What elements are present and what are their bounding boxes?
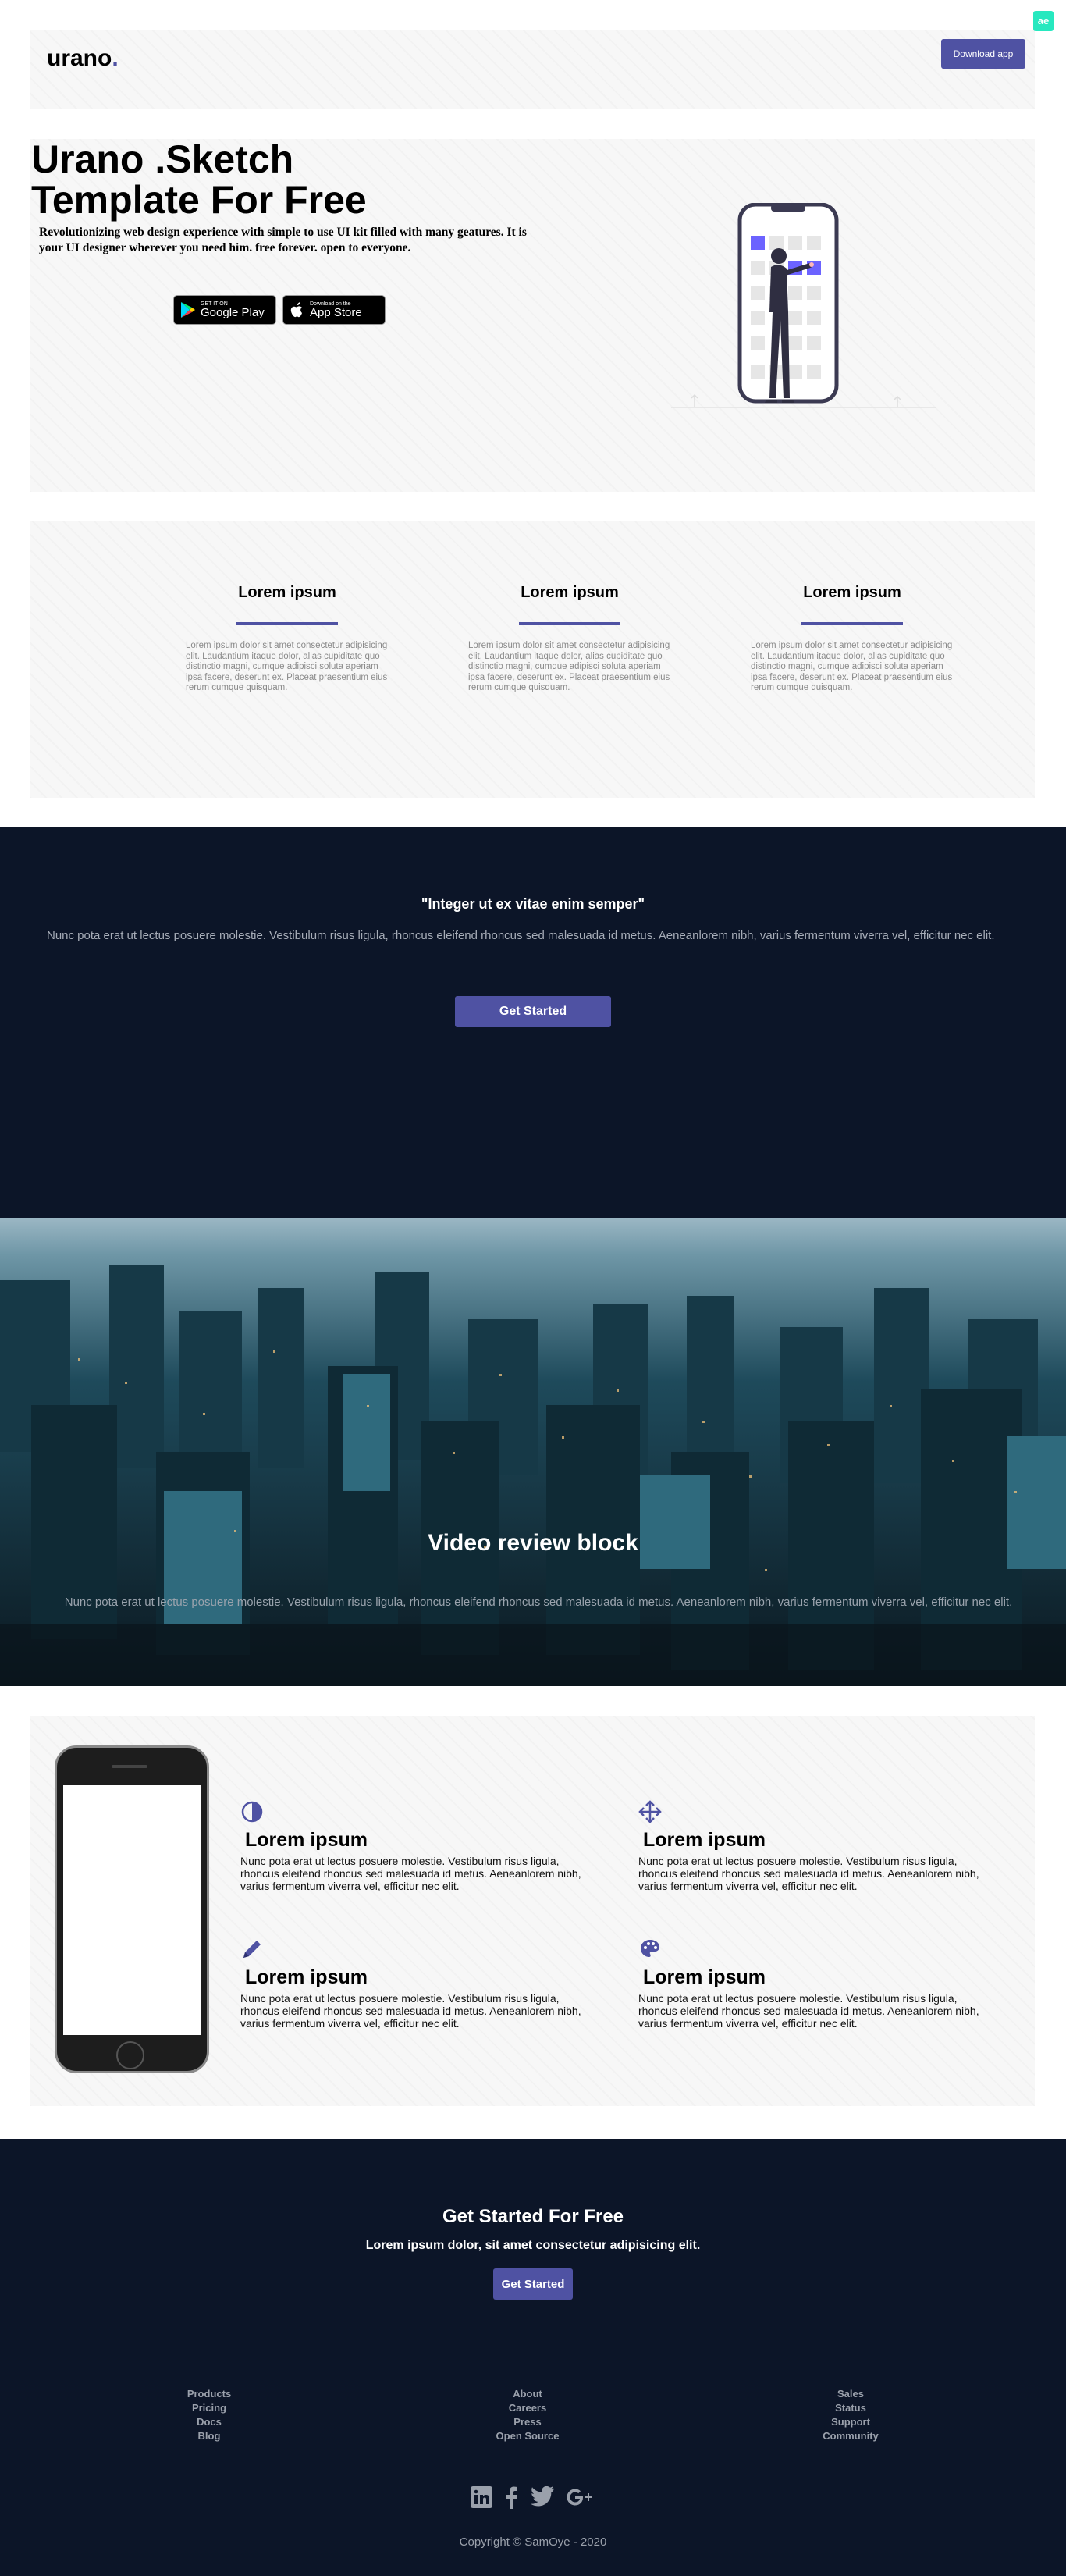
navbar: urano. Download app bbox=[30, 30, 1035, 109]
features-section: Lorem ipsum Lorem ipsum dolor sit amet c… bbox=[30, 521, 1035, 798]
hero-subtitle: Revolutionizing web design experience wi… bbox=[39, 226, 527, 254]
phone-feature-item: Lorem ipsum Nunc pota erat ut lectus pos… bbox=[240, 1937, 599, 2030]
google-play-icon bbox=[181, 302, 195, 318]
ae-badge[interactable]: ae bbox=[1033, 11, 1054, 31]
get-started-button[interactable]: Get Started bbox=[455, 996, 611, 1027]
pencil-icon bbox=[243, 1941, 261, 1958]
google-play-big: Google Play bbox=[201, 306, 265, 319]
phone-mockup bbox=[55, 1745, 209, 2073]
feature-underline bbox=[801, 622, 903, 625]
feature-text: Lorem ipsum dolor sit amet consectetur a… bbox=[751, 641, 953, 692]
phone-feature-item: Lorem ipsum Nunc pota erat ut lectus pos… bbox=[638, 1800, 997, 1892]
footer-link-community[interactable]: Community bbox=[788, 2429, 913, 2443]
footer-link-about[interactable]: About bbox=[465, 2387, 590, 2401]
footer-link-products[interactable]: Products bbox=[147, 2387, 272, 2401]
phone-features-section: Lorem ipsum Nunc pota erat ut lectus pos… bbox=[30, 1716, 1035, 2106]
phone-feature-title: Lorem ipsum bbox=[245, 1966, 368, 1988]
feature-title: Lorem ipsum bbox=[238, 584, 336, 601]
half-circle-icon bbox=[241, 1801, 263, 1823]
quote-section: "Integer ut ex vitae enim semper" Nunc p… bbox=[0, 827, 1066, 1218]
feature-card: Lorem ipsum Lorem ipsum dolor sit amet c… bbox=[751, 584, 954, 694]
phone-feature-title: Lorem ipsum bbox=[643, 1966, 766, 1988]
feature-underline bbox=[519, 622, 620, 625]
footer-link-careers[interactable]: Careers bbox=[465, 2401, 590, 2415]
hero-title-line2: Template For Free bbox=[31, 178, 367, 222]
footer: Get Started For Free Lorem ipsum dolor, … bbox=[0, 2139, 1066, 2576]
city-skyline-image bbox=[0, 1218, 1066, 1686]
logo-dot: . bbox=[112, 45, 119, 71]
phone-feature-text: Nunc pota erat ut lectus posuere molesti… bbox=[240, 1855, 581, 1892]
footer-column-support: Sales Status Support Community bbox=[788, 2387, 913, 2443]
footer-column-company: About Careers Press Open Source bbox=[465, 2387, 590, 2443]
footer-link-docs[interactable]: Docs bbox=[147, 2415, 272, 2429]
footer-link-open-source[interactable]: Open Source bbox=[465, 2429, 590, 2443]
footer-title: Get Started For Free bbox=[442, 2206, 624, 2227]
footer-link-blog[interactable]: Blog bbox=[147, 2429, 272, 2443]
footer-column-products: Products Pricing Docs Blog bbox=[147, 2387, 272, 2443]
phone-home-button bbox=[116, 2041, 144, 2069]
feature-card: Lorem ipsum Lorem ipsum dolor sit amet c… bbox=[468, 584, 671, 694]
phone-feature-item: Lorem ipsum Nunc pota erat ut lectus pos… bbox=[240, 1800, 599, 1892]
move-arrows-icon bbox=[638, 1800, 662, 1823]
phone-feature-item: Lorem ipsum Nunc pota erat ut lectus pos… bbox=[638, 1937, 997, 2030]
logo[interactable]: urano. bbox=[47, 45, 119, 72]
video-text: Nunc pota erat ut lectus posuere molesti… bbox=[64, 1596, 1013, 1609]
feature-text: Lorem ipsum dolor sit amet consectetur a… bbox=[186, 641, 388, 692]
footer-subtitle: Lorem ipsum dolor, sit amet consectetur … bbox=[365, 2239, 701, 2252]
social-links bbox=[470, 2485, 593, 2509]
footer-link-pricing[interactable]: Pricing bbox=[147, 2401, 272, 2415]
phone-screen bbox=[63, 1785, 201, 2035]
feature-underline bbox=[236, 622, 338, 625]
palette-icon bbox=[641, 1940, 659, 1957]
google-play-button[interactable]: GET IT ON Google Play bbox=[173, 295, 276, 325]
app-store-big: App Store bbox=[310, 306, 362, 319]
quote-title: "Integer ut ex vitae enim semper" bbox=[421, 896, 645, 912]
feature-text: Lorem ipsum dolor sit amet consectetur a… bbox=[468, 641, 670, 692]
hero-section: Urano .Sketch Template For Free Revoluti… bbox=[30, 139, 1035, 492]
footer-link-press[interactable]: Press bbox=[465, 2415, 590, 2429]
phone-feature-text: Nunc pota erat ut lectus posuere molesti… bbox=[638, 1855, 979, 1892]
app-store-text: Download on the App Store bbox=[310, 301, 362, 318]
phone-feature-title: Lorem ipsum bbox=[245, 1829, 368, 1851]
phone-feature-title: Lorem ipsum bbox=[643, 1829, 766, 1851]
feature-card: Lorem ipsum Lorem ipsum dolor sit amet c… bbox=[186, 584, 389, 694]
linkedin-icon[interactable] bbox=[470, 2485, 493, 2509]
logo-text: urano bbox=[47, 45, 112, 71]
feature-title: Lorem ipsum bbox=[803, 584, 901, 601]
copyright: Copyright © SamOye - 2020 bbox=[459, 2535, 607, 2549]
phone-feature-text: Nunc pota erat ut lectus posuere molesti… bbox=[638, 1992, 979, 2030]
feature-title: Lorem ipsum bbox=[521, 584, 619, 601]
video-review-section[interactable]: Video review block Nunc pota erat ut lec… bbox=[0, 1218, 1066, 1686]
footer-link-sales[interactable]: Sales bbox=[788, 2387, 913, 2401]
hero-title: Urano .Sketch Template For Free bbox=[31, 139, 531, 220]
video-title: Video review block bbox=[428, 1530, 638, 1556]
footer-get-started-button[interactable]: Get Started bbox=[493, 2268, 573, 2300]
google-play-text: GET IT ON Google Play bbox=[201, 301, 265, 318]
phone-feature-text: Nunc pota erat ut lectus posuere molesti… bbox=[240, 1992, 581, 2030]
hero-title-line1: Urano .Sketch bbox=[31, 137, 294, 181]
footer-link-status[interactable]: Status bbox=[788, 2401, 913, 2415]
facebook-icon[interactable] bbox=[504, 2485, 520, 2509]
twitter-icon[interactable] bbox=[531, 2486, 556, 2508]
apple-icon bbox=[290, 302, 302, 318]
google-plus-icon[interactable] bbox=[567, 2488, 593, 2507]
app-store-button[interactable]: Download on the App Store bbox=[282, 295, 386, 325]
phone-speaker bbox=[112, 1765, 147, 1768]
phone-person-illustration bbox=[671, 203, 936, 408]
download-app-button[interactable]: Download app bbox=[941, 39, 1025, 69]
store-buttons: GET IT ON Google Play Download on the Ap… bbox=[173, 295, 386, 325]
quote-text: Nunc pota erat ut lectus posuere molesti… bbox=[47, 929, 995, 942]
footer-link-support[interactable]: Support bbox=[788, 2415, 913, 2429]
